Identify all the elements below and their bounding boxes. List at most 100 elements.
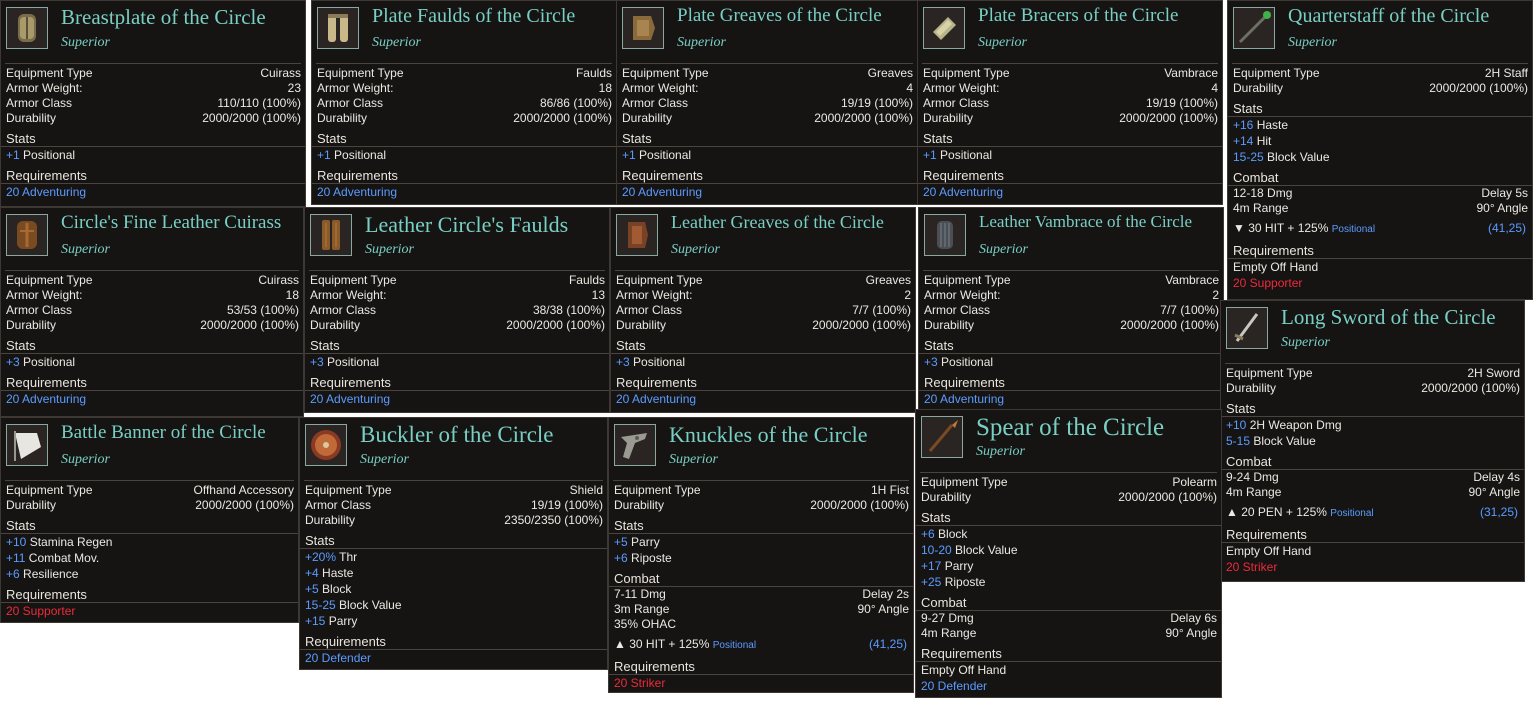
divider (922, 63, 1218, 64)
stat-label: Block Value (335, 598, 402, 612)
equipment-type-value: 2H Sword (1467, 366, 1520, 380)
armor-weight-value: 4 (906, 81, 913, 95)
tooltip-banner: Battle Banner of the Circle Superior Equip… (0, 417, 299, 623)
requirement: 20 Defender (305, 651, 372, 665)
requirements-heading: Requirements (1228, 243, 1532, 259)
tooltip-header: Leather Circle's Faulds Superior (305, 208, 609, 266)
equipment-type-value: Vambrace (1164, 66, 1218, 80)
stat-line: +3 Positional (611, 354, 915, 370)
stat-line: +25 Riposte (916, 574, 1221, 590)
longsword-icon (1226, 307, 1268, 349)
combat-range-label: 4m Range (921, 626, 977, 640)
stat-value: +14 (1233, 134, 1254, 148)
chevron-down-icon: ▼ (1233, 221, 1249, 235)
combat-damage-value: Delay 4s (1473, 470, 1520, 484)
stat-label: Positional (19, 355, 76, 369)
armor-class-label: Armor Class (6, 96, 73, 110)
item-name: Spear of the Circle (976, 414, 1165, 441)
requirement: 20 Striker (614, 676, 666, 690)
requirements-heading: Requirements (1, 587, 298, 603)
equipment-type-label: Equipment Type (6, 66, 93, 80)
stat-label: Resilience (19, 567, 79, 581)
item-rarity: Superior (1288, 35, 1337, 50)
stat-value: 15-25 (305, 598, 336, 612)
stat-line: +6 Resilience (1, 566, 298, 582)
armor-weight-value: 2 (1212, 288, 1219, 302)
stats-heading: Stats (305, 338, 609, 354)
equipment-type-value: Greaves (867, 66, 913, 80)
durability-row: Durability 2350/2350 (100%) (300, 513, 607, 528)
durability-value: 2000/2000 (100%) (202, 111, 301, 125)
requirement: 20 Adventuring (923, 185, 1004, 199)
tooltip-bracers: Plate Bracers of the Circle Superior Equip… (917, 0, 1223, 205)
item-rarity: Superior (979, 242, 1028, 257)
stat-value: +10 (6, 535, 27, 549)
equipment-type-row: Equipment Type Cuirass (1, 273, 303, 288)
divider (5, 480, 294, 481)
stat-label: Riposte (941, 575, 986, 589)
tooltip-leather-vambrace: Leather Vambrace of the Circle Superior Eq… (918, 207, 1224, 413)
durability-label: Durability (305, 513, 356, 527)
stat-label: Stamina Regen (26, 535, 113, 549)
positional-bonus: ▲ 30 HIT + 125% Positional (614, 636, 756, 654)
tooltip-leather-cuirass: Circle's Fine Leather Cuirass Superior Equ… (0, 207, 304, 417)
stat-label: Positional (323, 355, 380, 369)
leather-cuirass-icon (6, 214, 48, 256)
stat-line: +3 Positional (305, 354, 609, 370)
stat-value: +3 (6, 355, 20, 369)
stat-value: +15 (305, 614, 326, 628)
combat-damage-label: 12-18 Dmg (1233, 186, 1293, 200)
requirements-heading: Requirements (611, 375, 915, 391)
stats-heading: Stats (312, 131, 616, 147)
equipment-type-value: Faulds (568, 273, 605, 287)
armor-class-label: Armor Class (310, 303, 377, 317)
item-rarity: Superior (671, 242, 720, 257)
divider (5, 270, 299, 271)
divider (1232, 63, 1528, 64)
stat-label: Positional (937, 355, 994, 369)
positional-bonus-text: 30 HIT + 125% (629, 637, 713, 651)
equipment-type-label: Equipment Type (317, 66, 404, 80)
item-rarity: Superior (360, 452, 409, 467)
requirements-heading: Requirements (916, 646, 1221, 662)
divider (621, 63, 913, 64)
chevron-up-icon: ▲ (1226, 505, 1242, 519)
item-rarity: Superior (372, 35, 421, 50)
requirements-heading: Requirements (918, 168, 1222, 184)
stat-label: Parry (941, 559, 974, 573)
stat-label: Haste (1253, 118, 1289, 132)
durability-row: Durability 2000/2000 (100%) (1, 318, 303, 333)
armor-weight-row: Armor Weight: 4 (918, 81, 1222, 96)
armor-class-row: Armor Class 53/53 (100%) (1, 303, 303, 318)
leather-greaves-icon (616, 214, 658, 256)
requirement: 20 Adventuring (616, 392, 697, 406)
equipment-type-value: Shield (569, 483, 603, 497)
positional-value: (31,25) (1479, 505, 1518, 519)
stat-value: 5-15 (1226, 434, 1251, 448)
faulds-icon (317, 7, 359, 49)
equipment-type-value: Cuirass (258, 273, 299, 287)
item-rarity: Superior (677, 35, 726, 50)
armor-weight-row: Armor Weight: 2 (919, 288, 1223, 303)
item-rarity: Superior (365, 242, 414, 257)
item-rarity: Superior (61, 242, 110, 257)
tooltip-knuckles: Knuckles of the Circle Superior Equipment … (608, 417, 914, 693)
durability-value: 2000/2000 (100%) (506, 318, 605, 332)
item-rarity: Superior (669, 452, 718, 467)
stat-label: Positional (635, 148, 692, 162)
item-name: Leather Vambrace of the Circle (979, 212, 1193, 231)
armor-weight-label: Armor Weight: (616, 288, 693, 302)
durability-label: Durability (921, 490, 972, 504)
bracers-icon (923, 7, 965, 49)
positional-bonus-text: 30 HIT + 125% (1248, 221, 1332, 235)
equipment-type-label: Equipment Type (923, 66, 1010, 80)
stat-label: Riposte (627, 551, 672, 565)
armor-weight-label: Armor Weight: (310, 288, 387, 302)
armor-class-row: Armor Class 19/19 (100%) (918, 96, 1222, 111)
stat-value: +6 (921, 527, 935, 541)
divider (316, 63, 612, 64)
item-rarity: Superior (61, 452, 110, 467)
stat-value: +3 (924, 355, 938, 369)
stat-line: 15-25 Block Value (300, 597, 607, 613)
requirement: 20 Adventuring (622, 185, 703, 199)
